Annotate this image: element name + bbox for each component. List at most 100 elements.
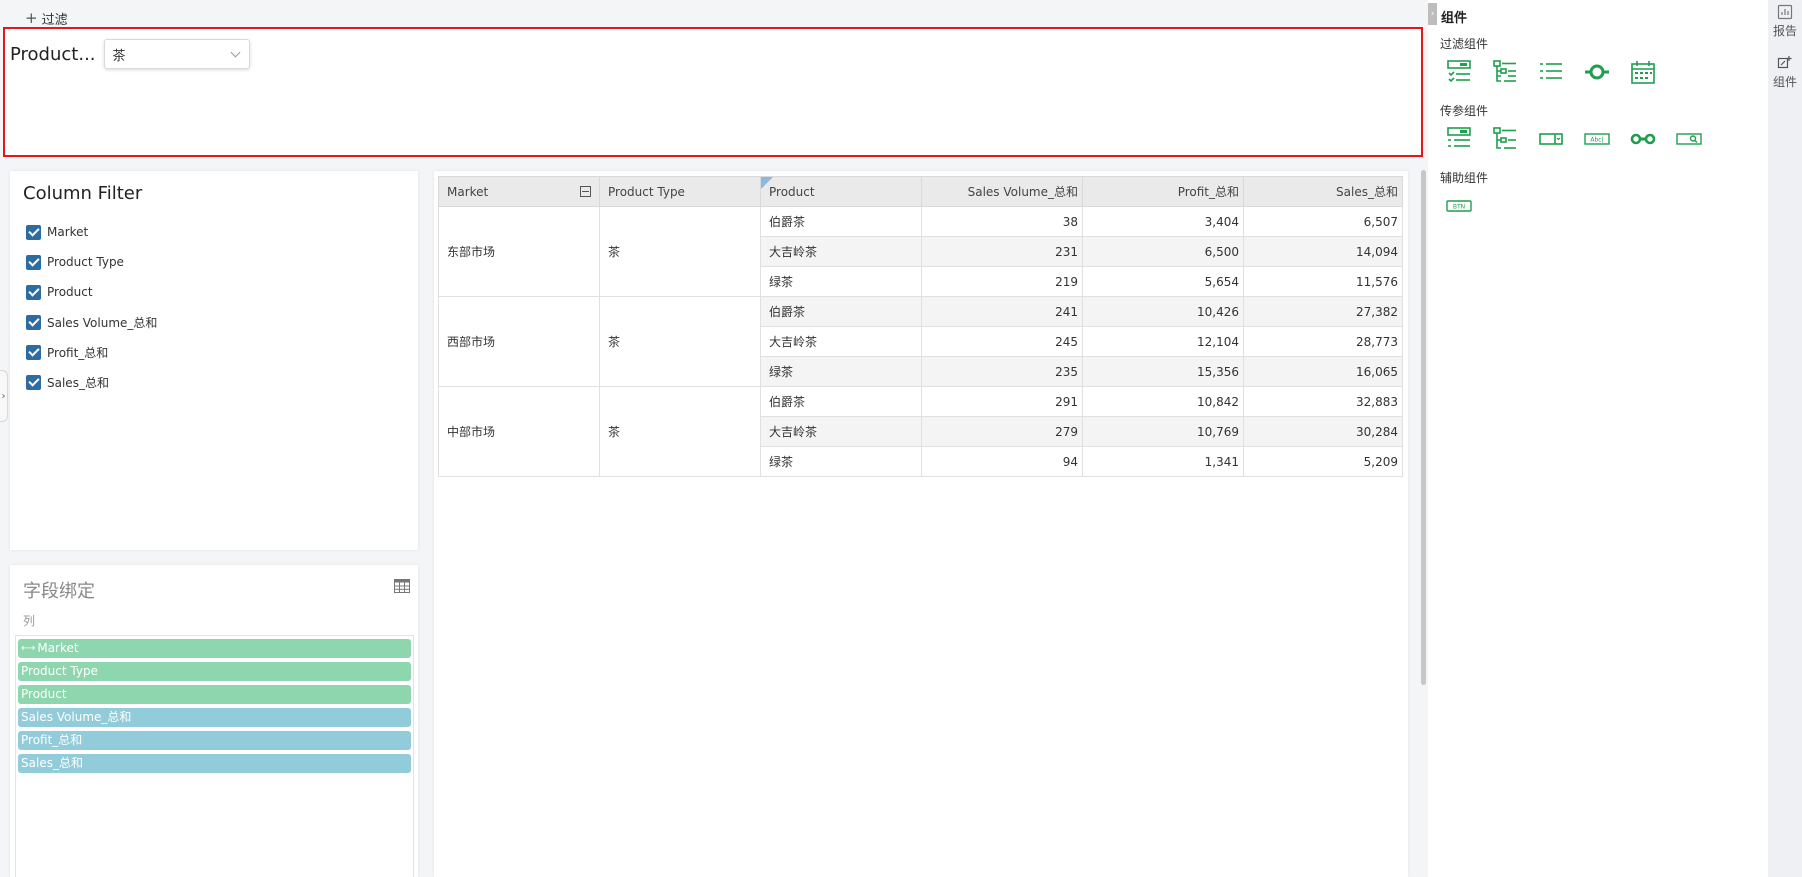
checkbox[interactable]	[26, 224, 41, 240]
column-filter-item[interactable]: Product	[26, 277, 157, 307]
sales-cell[interactable]: 30,284	[1243, 416, 1403, 447]
profit-cell[interactable]: 5,654	[1082, 266, 1244, 297]
product-cell[interactable]: 大吉岭茶	[760, 416, 922, 447]
filter-select[interactable]: 茶	[103, 39, 250, 69]
button-icon[interactable]: BTN	[1444, 191, 1473, 220]
product-type-cell[interactable]: 茶	[599, 206, 761, 297]
filter-components-title: 过滤组件	[1440, 37, 1489, 51]
header-sales-volume[interactable]: Sales Volume_总和	[921, 176, 1083, 207]
sales-volume-cell[interactable]: 94	[921, 446, 1083, 477]
dropdown-param-icon[interactable]	[1536, 124, 1565, 153]
measure-pill-label: Sales_总和	[21, 756, 83, 770]
column-filter-item[interactable]: Sales_总和	[26, 367, 157, 397]
checkbox[interactable]	[26, 344, 41, 360]
measure-pill[interactable]: Sales_总和	[18, 754, 411, 773]
checkbox[interactable]	[26, 314, 41, 330]
sales-cell[interactable]: 5,209	[1243, 446, 1403, 477]
sidebar-report-label: 报告	[1772, 24, 1797, 38]
slider-filter-icon[interactable]	[1582, 57, 1611, 86]
search-param-icon[interactable]	[1674, 124, 1703, 153]
selection-corner	[761, 177, 773, 189]
product-cell[interactable]: 绿茶	[760, 446, 922, 477]
sales-volume-cell[interactable]: 219	[921, 266, 1083, 297]
vertical-scrollbar[interactable]	[1421, 170, 1426, 685]
profit-cell[interactable]: 12,104	[1082, 326, 1244, 357]
text-param-icon-text: Abc|	[1590, 136, 1603, 143]
tree-filter-icon[interactable]	[1490, 57, 1519, 86]
profit-cell[interactable]: 1,341	[1082, 446, 1244, 477]
sales-volume-cell[interactable]: 241	[921, 296, 1083, 327]
sales-volume-cell[interactable]: 235	[921, 356, 1083, 387]
measure-pill-label: Sales Volume_总和	[21, 710, 132, 724]
list-filter-icon[interactable]	[1444, 57, 1473, 86]
header-market[interactable]: Market	[438, 176, 600, 207]
tree-param-icon[interactable]	[1490, 124, 1519, 153]
product-cell[interactable]: 伯爵茶	[760, 206, 922, 237]
measure-pill[interactable]: Profit_总和	[18, 731, 411, 750]
header-sales[interactable]: Sales_总和	[1243, 176, 1403, 207]
add-filter-button[interactable]: + 过滤	[25, 9, 68, 29]
right-sidebar	[1768, 0, 1802, 877]
market-cell[interactable]: 东部市场	[438, 206, 600, 297]
sales-volume-cell[interactable]: 291	[921, 386, 1083, 417]
header-product[interactable]: Product	[760, 176, 922, 207]
text-param-icon[interactable]: Abc|	[1582, 124, 1611, 153]
sales-cell[interactable]: 11,576	[1243, 266, 1403, 297]
sales-volume-cell[interactable]: 245	[921, 326, 1083, 357]
left-expand-tab[interactable]: ›	[0, 370, 8, 422]
sales-cell[interactable]: 27,382	[1243, 296, 1403, 327]
checklist-filter-icon[interactable]	[1536, 57, 1565, 86]
column-filter-item[interactable]: Profit_总和	[26, 337, 157, 367]
measure-pill[interactable]: Sales Volume_总和	[18, 708, 411, 727]
product-type-cell[interactable]: 茶	[599, 386, 761, 477]
sales-cell[interactable]: 16,065	[1243, 356, 1403, 387]
sales-volume-cell[interactable]: 279	[921, 416, 1083, 447]
table-icon[interactable]	[394, 579, 410, 593]
column-filter-item[interactable]: Market	[26, 217, 157, 247]
header-product-type[interactable]: Product Type	[599, 176, 761, 207]
collapse-icon[interactable]	[580, 186, 591, 197]
dimension-pill-label: Market	[37, 641, 79, 655]
sidebar-item-components[interactable]: 组件	[1768, 55, 1802, 90]
checkbox[interactable]	[26, 374, 41, 390]
list-param-icon[interactable]	[1444, 124, 1473, 153]
filter-area[interactable]: Product... 茶	[3, 27, 1423, 157]
profit-cell[interactable]: 10,769	[1082, 416, 1244, 447]
dimension-pill[interactable]: Product	[18, 685, 411, 704]
sales-cell[interactable]: 28,773	[1243, 326, 1403, 357]
profit-cell[interactable]: 10,426	[1082, 296, 1244, 327]
product-type-cell[interactable]: 茶	[599, 296, 761, 387]
column-filter-item[interactable]: Product Type	[26, 247, 157, 277]
dimension-pill[interactable]: Product Type	[18, 662, 411, 681]
checkbox[interactable]	[26, 284, 41, 300]
checkbox[interactable]	[26, 254, 41, 270]
market-cell[interactable]: 西部市场	[438, 296, 600, 387]
dimension-pill[interactable]: ⟷ Market	[18, 639, 411, 658]
calendar-filter-icon[interactable]	[1628, 57, 1657, 86]
filter-components-row	[1444, 57, 1657, 86]
sales-cell[interactable]: 6,507	[1243, 206, 1403, 237]
product-cell[interactable]: 绿茶	[760, 356, 922, 387]
product-cell[interactable]: 伯爵茶	[760, 386, 922, 417]
sales-cell[interactable]: 14,094	[1243, 236, 1403, 267]
column-filter-item[interactable]: Sales Volume_总和	[26, 307, 157, 337]
header-profit[interactable]: Profit_总和	[1082, 176, 1244, 207]
profit-cell[interactable]: 3,404	[1082, 206, 1244, 237]
profit-cell[interactable]: 15,356	[1082, 356, 1244, 387]
product-cell[interactable]: 伯爵茶	[760, 296, 922, 327]
sales-cell[interactable]: 32,883	[1243, 386, 1403, 417]
sales-volume-cell[interactable]: 38	[921, 206, 1083, 237]
collapse-panel-button[interactable]: ›	[1428, 3, 1437, 25]
profit-cell[interactable]: 6,500	[1082, 236, 1244, 267]
sidebar-item-report[interactable]: 报告	[1768, 4, 1802, 39]
product-cell[interactable]: 大吉岭茶	[760, 236, 922, 267]
range-param-icon[interactable]	[1628, 124, 1657, 153]
profit-cell[interactable]: 10,842	[1082, 386, 1244, 417]
market-cell[interactable]: 中部市场	[438, 386, 600, 477]
product-cell[interactable]: 绿茶	[760, 266, 922, 297]
product-cell[interactable]: 大吉岭茶	[760, 326, 922, 357]
sales-volume-cell[interactable]: 231	[921, 236, 1083, 267]
table-panel: Market Product Type Product Sales Volume…	[434, 171, 1408, 877]
column-binding-box[interactable]: ⟷ Market Product Type Product Sales Volume_总…	[15, 635, 414, 877]
product-filter-widget[interactable]: Product... 茶	[10, 39, 250, 69]
